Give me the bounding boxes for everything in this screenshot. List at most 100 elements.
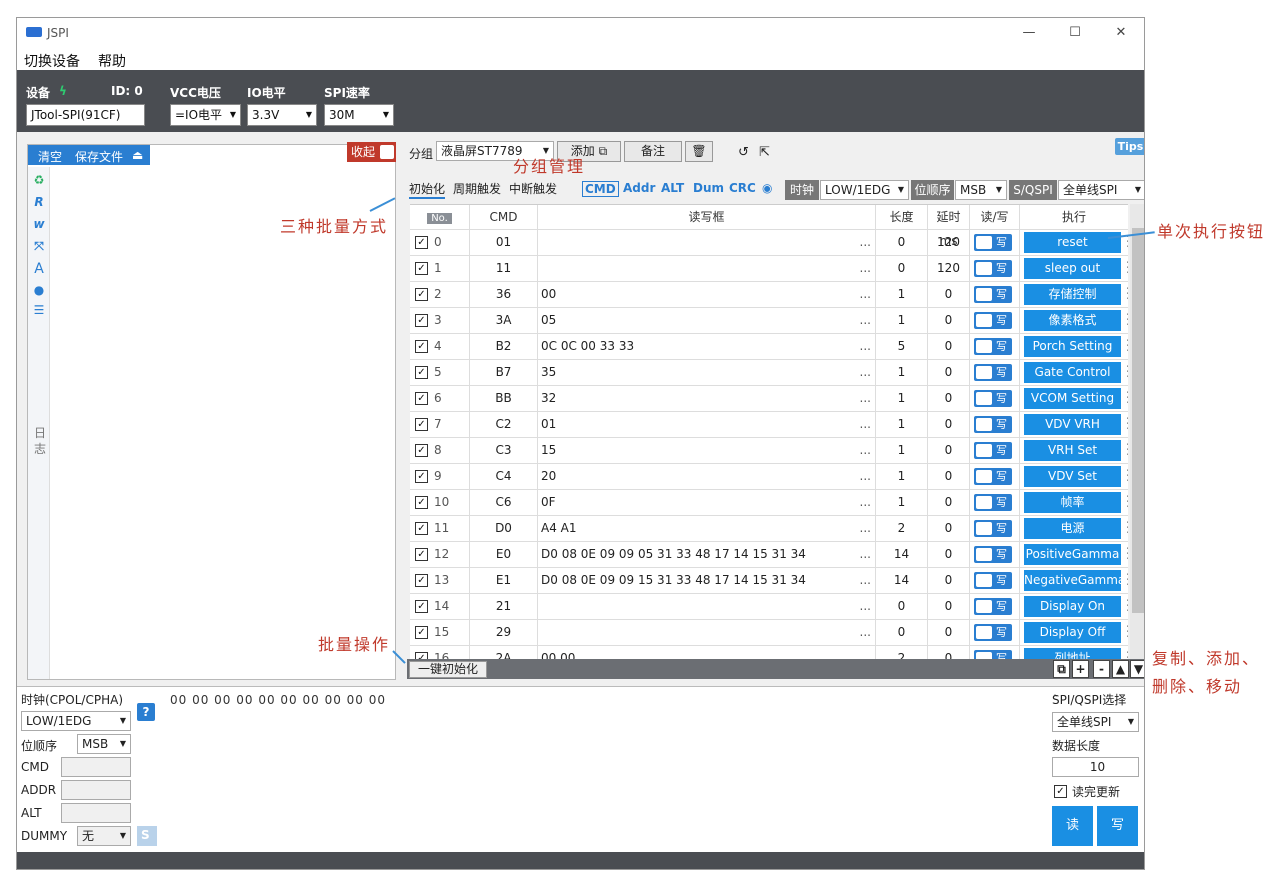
row-cmd[interactable]: B2	[470, 334, 538, 359]
row-select-cell[interactable]: ✓ 11	[410, 516, 470, 541]
row-length[interactable]: 1	[876, 490, 928, 515]
menu-switch-device[interactable]: 切换设备	[24, 51, 80, 71]
row-delay[interactable]: 0	[928, 620, 970, 645]
menu-icon[interactable]: ☰	[1126, 492, 1128, 512]
row-cmd[interactable]: C3	[470, 438, 538, 463]
row-length[interactable]: 0	[876, 620, 928, 645]
table-row[interactable]: ✓8C315...10写VRH Set☰	[410, 437, 1128, 463]
exec-button[interactable]: Porch Setting	[1024, 336, 1121, 357]
row-length[interactable]: 1	[876, 360, 928, 385]
rw-toggle[interactable]: 写	[974, 572, 1012, 589]
menu-icon[interactable]: ☰	[1126, 648, 1128, 659]
more-icon[interactable]: ...	[860, 620, 871, 645]
more-icon[interactable]: ...	[860, 308, 871, 333]
row-cmd[interactable]: 36	[470, 282, 538, 307]
row-checkbox[interactable]: ✓	[415, 444, 428, 457]
menu-icon[interactable]: ☰	[1126, 258, 1128, 278]
remove-row-button[interactable]: -	[1093, 660, 1110, 678]
exec-button[interactable]: reset	[1024, 232, 1121, 253]
tab-interrupt[interactable]: 中断触发	[509, 180, 557, 197]
menu-icon[interactable]: ☰	[1126, 362, 1128, 382]
exec-button[interactable]: VDV VRH	[1024, 414, 1121, 435]
row-cmd[interactable]: E0	[470, 542, 538, 567]
table-scroll-thumb[interactable]	[1132, 228, 1144, 613]
row-length[interactable]: 1	[876, 308, 928, 333]
table-row[interactable]: ✓ 14 21... 00 写 Display On☰	[410, 593, 1128, 619]
expand-icon[interactable]: ⤧	[32, 239, 46, 254]
row-delay[interactable]: 0	[928, 516, 970, 541]
table-row[interactable]: ✓ 12 E0 D0 08 0E 09 09 05 31 33 48 17 14 15…	[410, 541, 1128, 567]
rw-toggle[interactable]: 写	[974, 598, 1012, 615]
exec-button[interactable]: VDV Set	[1024, 466, 1121, 487]
exec-button[interactable]: VRH Set	[1024, 440, 1121, 461]
row-select-cell[interactable]: ✓ 12	[410, 542, 470, 567]
table-row[interactable]: ✓ 15 29... 00 写 Display Off☰	[410, 619, 1128, 645]
row-delay[interactable]: 0	[928, 308, 970, 333]
undo-icon[interactable]: ↺	[738, 145, 749, 160]
dummy-select[interactable]: 无 ▼	[77, 826, 131, 846]
exec-button[interactable]: 帧率	[1024, 492, 1121, 513]
rw-toggle[interactable]: 写	[974, 338, 1012, 355]
hex-data-box[interactable]: 00 00 00 00 00 00 00 00 00 00	[170, 693, 386, 707]
rw-toggle[interactable]: 写	[974, 312, 1012, 329]
row-data-cell[interactable]: A4 A1...	[538, 516, 876, 541]
row-length[interactable]: 5	[876, 334, 928, 359]
more-icon[interactable]: ...	[860, 230, 871, 255]
row-data-cell[interactable]: ...	[538, 620, 876, 645]
more-icon[interactable]: ...	[860, 360, 871, 385]
s-button[interactable]: S	[137, 826, 157, 846]
row-delay[interactable]: 0	[928, 594, 970, 619]
more-icon[interactable]: ...	[860, 464, 871, 489]
row-cmd[interactable]: D0	[470, 516, 538, 541]
more-icon[interactable]: ...	[860, 334, 871, 359]
row-select-cell[interactable]: ✓ 15	[410, 620, 470, 645]
row-delay[interactable]: 0	[928, 490, 970, 515]
exec-button[interactable]: 列地址	[1024, 648, 1121, 659]
add-row-button[interactable]: +	[1072, 660, 1089, 678]
table-row[interactable]: ✓162A00 00...20写列地址☰	[410, 645, 1128, 659]
row-delay[interactable]: 0	[928, 282, 970, 307]
row-cmd[interactable]: 01	[470, 230, 538, 255]
row-select-cell[interactable]: ✓ 16	[410, 646, 470, 659]
spi-select[interactable]: 全单线SPI ▼	[1052, 712, 1139, 732]
table-row[interactable]: ✓5B735...10写Gate Control☰	[410, 359, 1128, 385]
move-down-icon[interactable]: ▼	[1130, 660, 1144, 678]
row-checkbox[interactable]: ✓	[415, 392, 428, 405]
write-icon[interactable]: w	[32, 217, 46, 231]
rw-toggle[interactable]: 写	[974, 546, 1012, 563]
crc-toggle[interactable]: CRC	[729, 181, 756, 195]
row-data-cell[interactable]: D0 08 0E 09 09 05 31 33 48 17 14 15 31 3…	[538, 542, 876, 567]
row-data-cell[interactable]: 32...	[538, 386, 876, 411]
more-icon[interactable]: ...	[860, 490, 871, 515]
row-data-cell[interactable]: ...	[538, 594, 876, 619]
row-data-cell[interactable]: ...	[538, 230, 876, 255]
row-checkbox[interactable]: ✓	[415, 236, 428, 249]
row-length[interactable]: 1	[876, 282, 928, 307]
row-select-cell[interactable]: ✓ 1	[410, 256, 470, 281]
table-row[interactable]: ✓6BB32...10写VCOM Setting☰	[410, 385, 1128, 411]
refresh-icon[interactable]: ◉	[762, 181, 772, 195]
exec-button[interactable]: 像素格式	[1024, 310, 1121, 331]
menu-icon[interactable]: ☰	[1126, 622, 1128, 642]
note-button[interactable]: 备注	[624, 141, 682, 162]
row-cmd[interactable]: BB	[470, 386, 538, 411]
save-file-button[interactable]: 保存文件	[75, 148, 123, 165]
menu-icon[interactable]: ☰	[1126, 284, 1128, 304]
rw-toggle[interactable]: 写	[974, 624, 1012, 641]
collapse-toggle[interactable]: 收起	[347, 142, 396, 162]
table-row[interactable]: ✓23600...10写存储控制☰	[410, 281, 1128, 307]
addr-input[interactable]	[61, 780, 131, 800]
clock-select[interactable]: LOW/1EDG ▼	[820, 180, 909, 200]
rw-toggle[interactable]: 写	[974, 416, 1012, 433]
row-select-cell[interactable]: ✓ 9	[410, 464, 470, 489]
tips-badge[interactable]: Tips	[1115, 138, 1144, 155]
addr-toggle[interactable]: Addr	[623, 181, 655, 195]
rw-toggle[interactable]: 写	[974, 286, 1012, 303]
menu-icon[interactable]: ☰	[1126, 414, 1128, 434]
row-data-cell[interactable]: 05...	[538, 308, 876, 333]
exec-button[interactable]: 存储控制	[1024, 284, 1121, 305]
row-select-cell[interactable]: ✓ 14	[410, 594, 470, 619]
row-cmd[interactable]: 29	[470, 620, 538, 645]
row-length[interactable]: 2	[876, 646, 928, 659]
menu-icon[interactable]: ☰	[1126, 518, 1128, 538]
